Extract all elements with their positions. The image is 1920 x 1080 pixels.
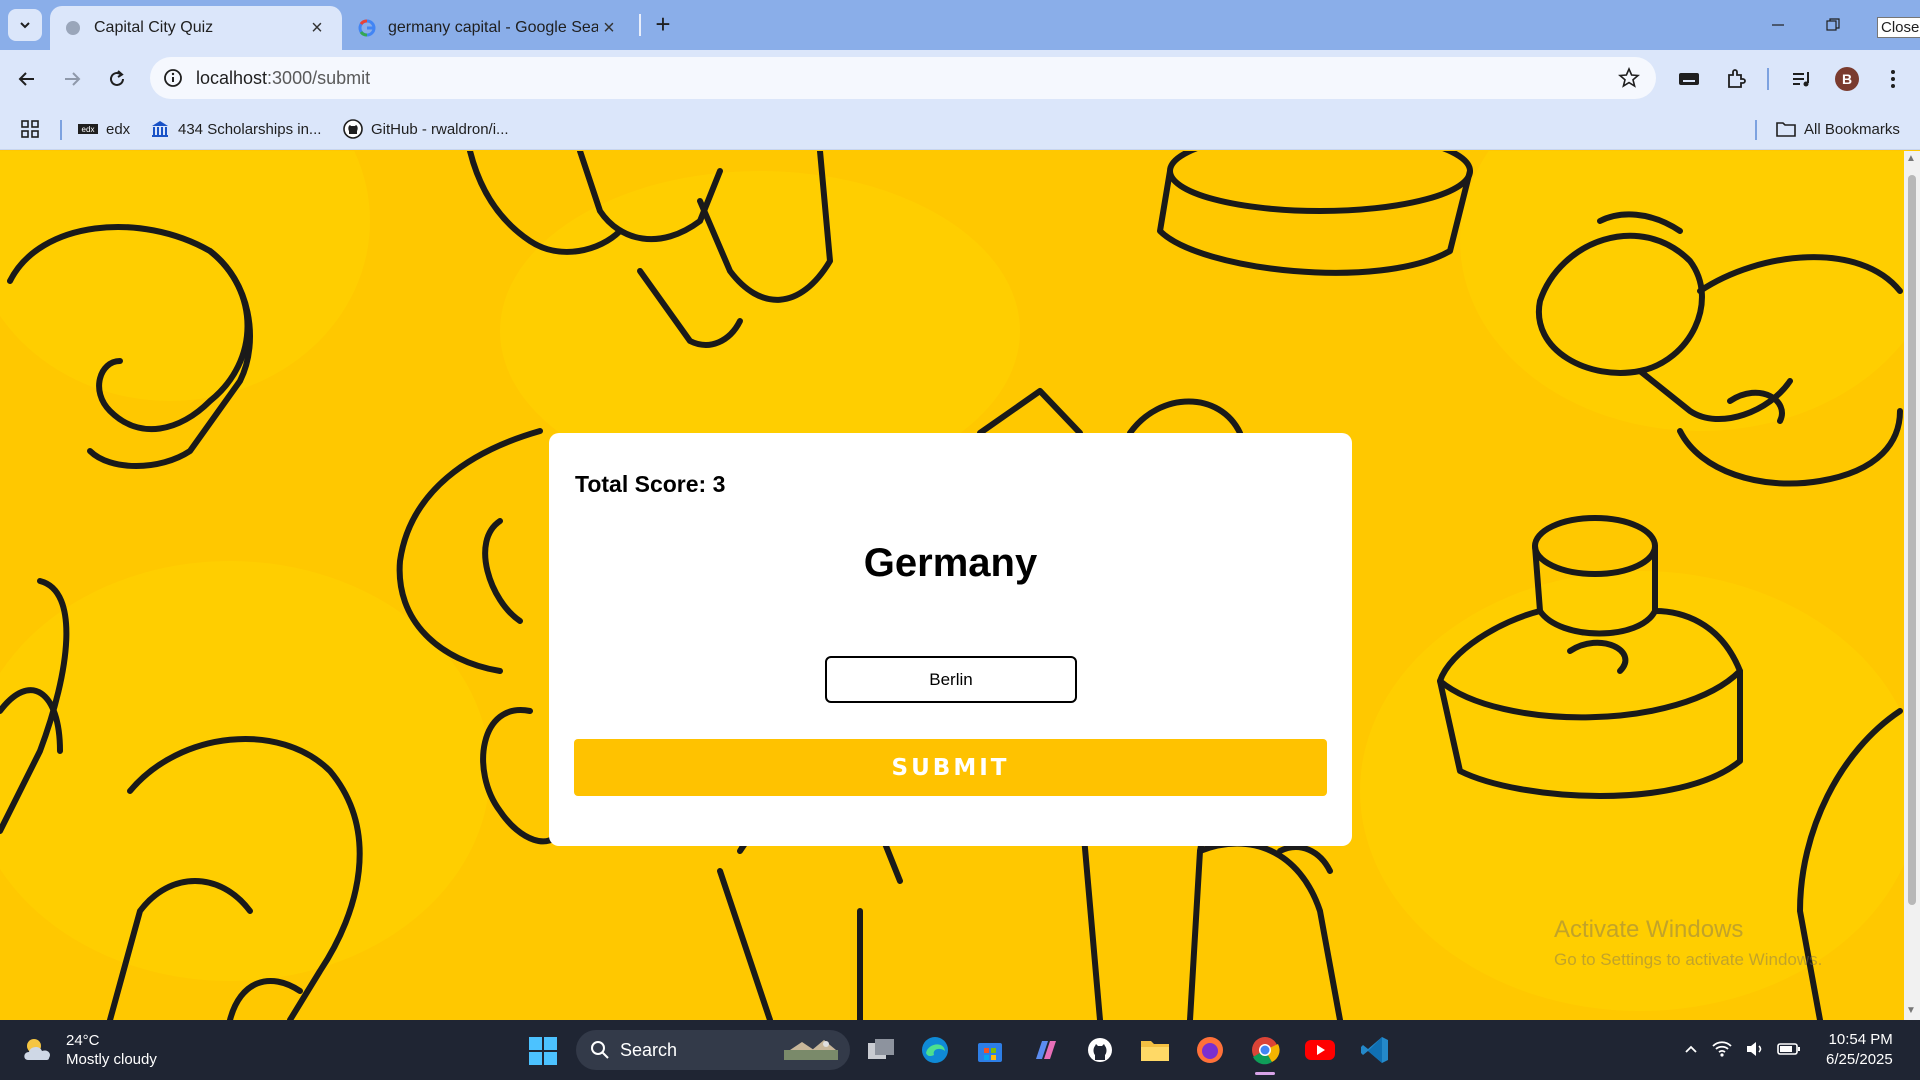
forward-arrow-icon (65, 72, 81, 86)
tab-search-button[interactable] (8, 9, 42, 41)
close-tab-icon[interactable]: × (306, 17, 328, 39)
url-path: :3000/submit (267, 68, 371, 88)
back-arrow-icon (18, 72, 34, 86)
active-app-indicator (1255, 1072, 1275, 1075)
bookmark-label: 434 Scholarships in... (178, 120, 322, 138)
github-desktop-icon[interactable] (1083, 1033, 1117, 1067)
extensions-icon[interactable] (1722, 65, 1750, 93)
close-tab-icon[interactable]: × (598, 17, 620, 39)
bookmark-scholarships[interactable]: 434 Scholarships in... (150, 116, 321, 142)
bookmarks-divider (60, 120, 62, 140)
chevron-up-icon[interactable] (1683, 1041, 1699, 1057)
tab-capital-city-quiz[interactable]: Capital City Quiz × (50, 6, 342, 50)
system-tray (1683, 1040, 1801, 1058)
weather-desc: Mostly cloudy (66, 1051, 157, 1068)
edx-icon: edx (78, 119, 98, 139)
weather-widget[interactable]: 24°C Mostly cloudy (20, 1031, 157, 1069)
forward-button[interactable] (54, 62, 90, 96)
volume-icon[interactable] (1745, 1040, 1765, 1058)
google-icon (358, 19, 376, 37)
store-icon[interactable] (973, 1033, 1007, 1067)
url-text: localhost:3000/submit (196, 68, 370, 89)
copilot-icon[interactable] (1028, 1033, 1062, 1067)
search-highlight-icon (784, 1040, 838, 1060)
scroll-down-arrow-icon[interactable]: ▼ (1906, 1005, 1916, 1016)
apps-button[interactable] (20, 116, 48, 142)
windows-taskbar: 24°C Mostly cloudy Search 10:54 PM 6/25/… (0, 1020, 1920, 1080)
menu-icon[interactable] (1879, 65, 1907, 93)
youtube-icon[interactable] (1303, 1033, 1337, 1067)
github-icon (343, 119, 363, 139)
scholarship-icon (150, 119, 170, 139)
scroll-up-arrow-icon[interactable]: ▲ (1906, 153, 1916, 164)
country-name: Germany (863, 541, 1038, 585)
bookmark-edx[interactable]: edx edx (78, 116, 130, 142)
back-button[interactable] (9, 62, 45, 96)
media-control-icon[interactable] (1788, 65, 1816, 93)
reload-button[interactable] (99, 62, 135, 96)
search-label: Search (620, 1039, 678, 1060)
search-icon (591, 1041, 609, 1059)
bookmarks-divider (1755, 120, 1757, 140)
page-scrollbar[interactable]: ▲ ▼ (1904, 151, 1920, 1020)
answer-input[interactable] (825, 656, 1077, 703)
tab-strip: Capital City Quiz × germany capital - Go… (0, 0, 1920, 50)
clock-time: 10:54 PM (1828, 1031, 1893, 1048)
toolbar-divider (1767, 68, 1769, 90)
bookmarks-bar: edx edx 434 Scholarships in... GitHub - … (0, 108, 1920, 150)
keyboard-icon[interactable] (1675, 65, 1703, 93)
browser-toolbar: localhost:3000/submit B (0, 50, 1920, 108)
windows-start-icon[interactable] (528, 1036, 558, 1066)
firefox-icon[interactable] (1193, 1033, 1227, 1067)
wifi-icon[interactable] (1711, 1040, 1733, 1058)
globe-icon (66, 21, 80, 35)
total-score: Total Score: 3 (575, 471, 726, 497)
restore-icon (1826, 18, 1840, 31)
taskbar-clock[interactable]: 10:54 PM 6/25/2025 (1826, 1030, 1893, 1070)
weather-temp: 24°C (66, 1032, 100, 1049)
svg-text:edx: edx (82, 125, 95, 134)
quiz-card: Total Score: 3 Germany SUBMIT (549, 433, 1352, 846)
scrollbar-thumb[interactable] (1908, 175, 1916, 905)
tab-title: germany capital - Google Search (388, 19, 598, 36)
bookmark-github[interactable]: GitHub - rwaldron/i... (343, 116, 509, 142)
clock-date: 6/25/2025 (1826, 1051, 1893, 1068)
activate-windows-watermark: Activate Windows Go to Settings to activ… (1554, 916, 1822, 970)
reload-icon (110, 70, 124, 86)
vscode-icon[interactable] (1358, 1033, 1392, 1067)
file-explorer-icon[interactable] (1138, 1033, 1172, 1067)
cloud-sun-icon (24, 1039, 51, 1060)
close-tooltip: Close (1877, 17, 1920, 38)
minimize-button[interactable] (1760, 10, 1796, 40)
page-viewport: Total Score: 3 Germany SUBMIT Activate W… (0, 151, 1904, 1020)
bookmark-label: edx (106, 120, 131, 138)
folder-icon (1776, 119, 1796, 139)
chrome-icon[interactable] (1248, 1033, 1282, 1075)
submit-button[interactable]: SUBMIT (574, 739, 1327, 796)
apps-grid-icon (20, 119, 40, 139)
edge-icon[interactable] (918, 1033, 952, 1067)
tab-google-search[interactable]: germany capital - Google Search × (344, 6, 634, 50)
url-host: localhost (196, 68, 268, 88)
tab-title: Capital City Quiz (94, 19, 214, 36)
task-view-icon[interactable] (864, 1033, 898, 1067)
battery-icon[interactable] (1777, 1041, 1801, 1057)
profile-avatar[interactable]: B (1835, 67, 1859, 91)
tab-divider (639, 14, 641, 36)
new-tab-button[interactable]: + (650, 10, 676, 40)
all-bookmarks-label: All Bookmarks (1804, 120, 1900, 138)
chevron-down-icon (20, 22, 30, 29)
restore-button[interactable] (1815, 10, 1851, 40)
address-bar[interactable]: localhost:3000/submit (150, 57, 1656, 99)
all-bookmarks-button[interactable]: All Bookmarks (1776, 116, 1900, 142)
info-icon[interactable] (162, 67, 184, 89)
watermark-subtitle: Go to Settings to activate Windows. (1554, 950, 1823, 969)
bookmark-label: GitHub - rwaldron/i... (371, 120, 509, 138)
watermark-title: Activate Windows (1554, 916, 1744, 943)
taskbar-search[interactable]: Search (576, 1030, 850, 1070)
minimize-icon (1772, 24, 1784, 26)
bookmark-star-icon[interactable] (1618, 67, 1640, 89)
